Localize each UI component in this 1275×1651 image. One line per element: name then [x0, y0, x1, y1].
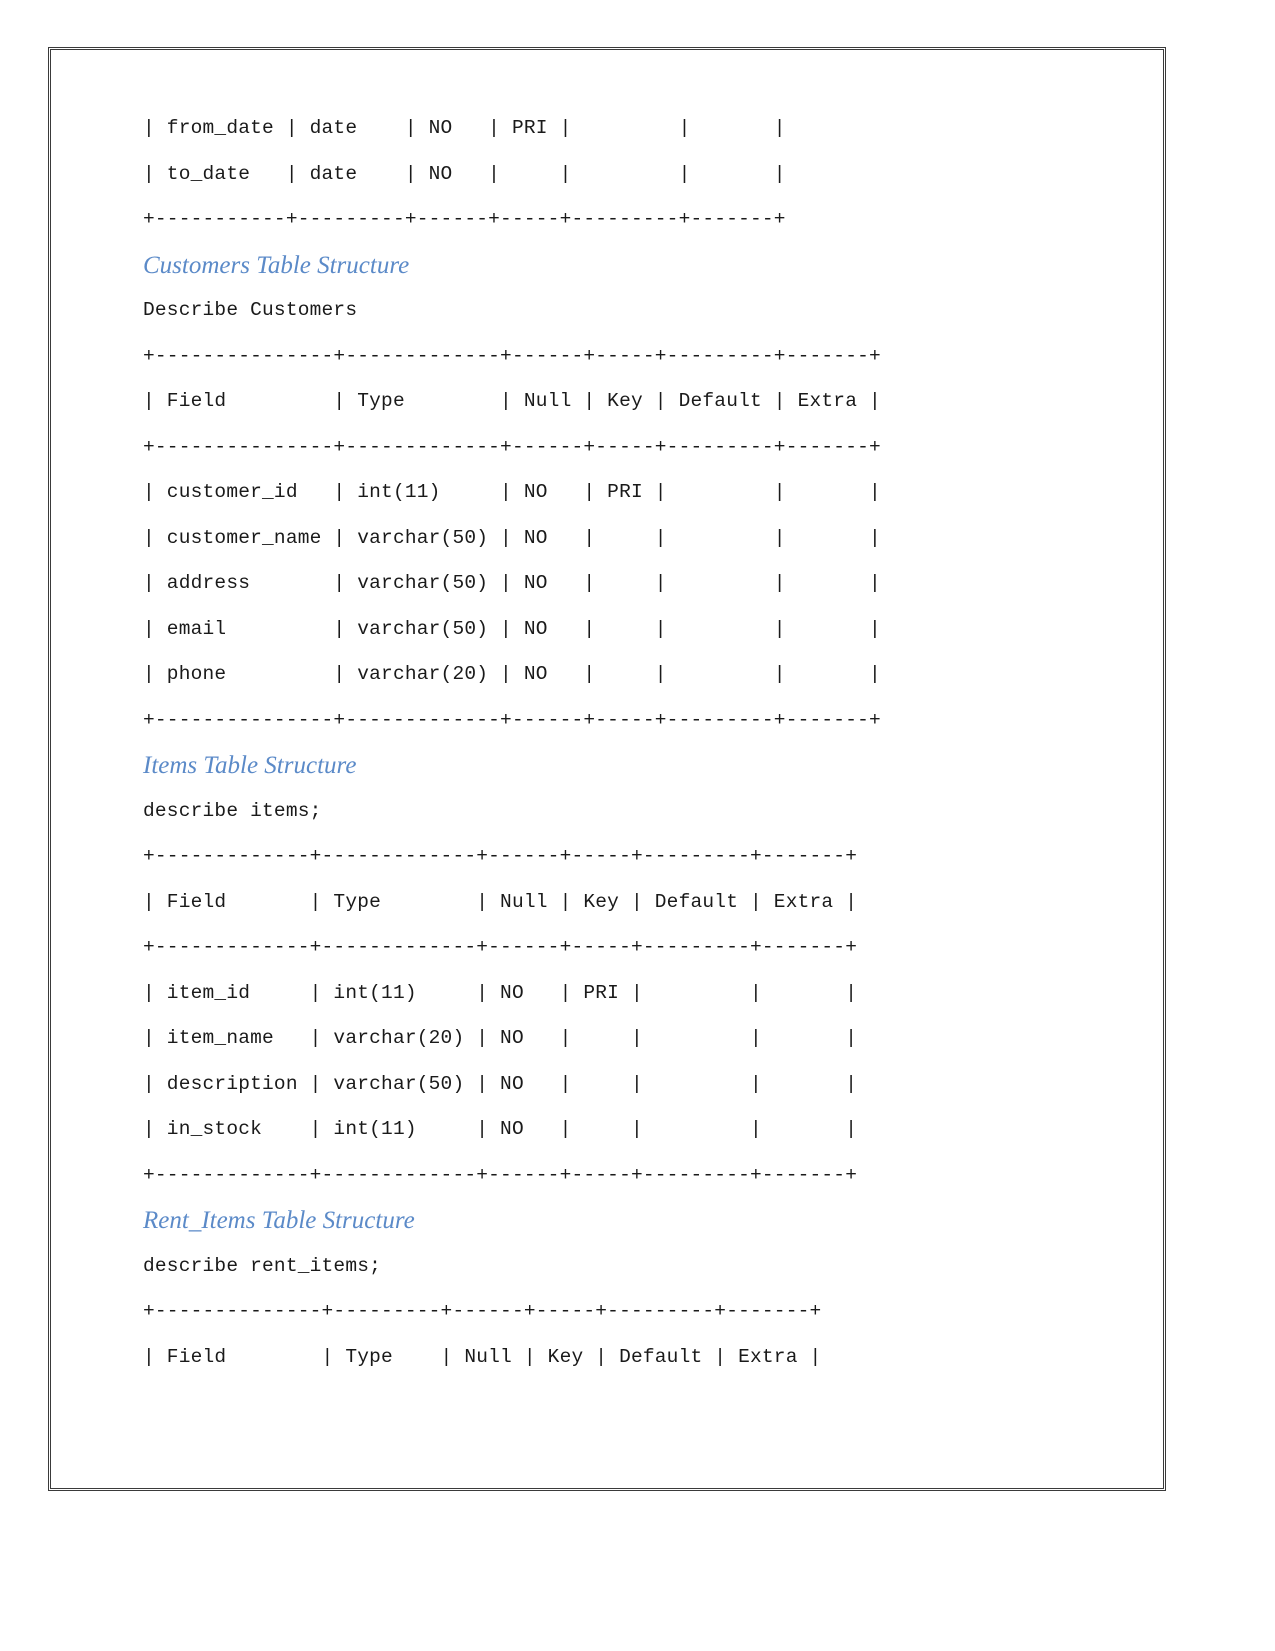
console-row: | from_date | date | NO | PRI | | | [143, 117, 786, 139]
console-row: +---------------+-------------+------+--… [143, 344, 881, 367]
document-page: | from_date | date | NO | PRI | | | | to_… [48, 47, 1166, 1491]
document-body: | from_date | date | NO | PRI | | | | to_… [143, 106, 1139, 1380]
console-row: | Field | Type | Null | Key | Default | … [143, 390, 881, 412]
console-row: | email | varchar(50) | NO | | | | [143, 617, 881, 640]
console-row: | in_stock | int(11) | NO | | | | [143, 1118, 858, 1140]
console-row: | item_id | int(11) | NO | PRI | | | [143, 981, 858, 1004]
customers-command: Describe Customers [143, 299, 358, 321]
rent-items-command: describe rent_items; [143, 1254, 382, 1277]
items-table: +-------------+-------------+------+----… [143, 834, 1139, 1198]
console-row: | Field | Type | Null | Key | Default | … [143, 890, 858, 913]
rent-table-tail: | from_date | date | NO | PRI | | | | to_… [143, 106, 1139, 243]
console-row: | phone | varchar(20) | NO | | | | [143, 663, 881, 685]
console-row: +-----------+---------+------+-----+----… [143, 208, 786, 230]
console-row: | description | varchar(50) | NO | | | | [143, 1072, 858, 1095]
console-row: +-------------+-------------+------+----… [143, 845, 858, 867]
console-row: | to_date | date | NO | | | | [143, 162, 786, 185]
rent-items-table: +--------------+---------+------+-----+-… [143, 1289, 1139, 1380]
console-row: +---------------+-------------+------+--… [143, 435, 881, 458]
console-row: | customer_id | int(11) | NO | PRI | | | [143, 481, 881, 503]
console-row: +-------------+-------------+------+----… [143, 936, 858, 958]
customers-heading: Customers Table Structure [143, 251, 410, 279]
console-row: +---------------+-------------+------+--… [143, 708, 881, 731]
console-row: | address | varchar(50) | NO | | | | [143, 572, 881, 594]
console-row: +--------------+---------+------+-----+-… [143, 1300, 822, 1322]
rent-items-heading: Rent_Items Table Structure [143, 1207, 415, 1234]
console-row: | Field | Type | Null | Key | Default | … [143, 1345, 822, 1368]
console-row: +-------------+-------------+------+----… [143, 1163, 858, 1186]
console-row: | customer_name | varchar(50) | NO | | |… [143, 526, 881, 549]
items-heading: Items Table Structure [143, 752, 357, 779]
items-command: describe items; [143, 799, 322, 822]
customers-table: +---------------+-------------+------+--… [143, 334, 1139, 744]
console-row: | item_name | varchar(20) | NO | | | | [143, 1027, 858, 1049]
